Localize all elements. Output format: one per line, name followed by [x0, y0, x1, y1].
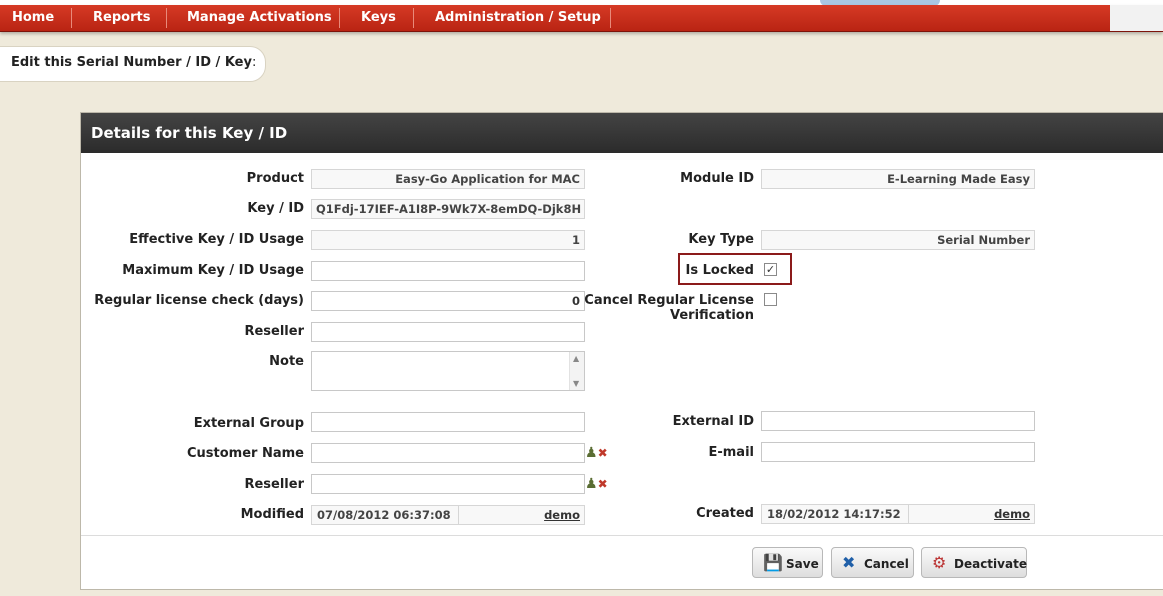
created-field: 18/02/2012 14:17:52 demo — [761, 504, 1035, 524]
deactivate-button-label: Deactivate — [954, 557, 1027, 571]
checkmark-icon: ✓ — [765, 263, 776, 276]
reseller-input[interactable] — [311, 322, 585, 342]
key-type-field: Serial Number — [761, 230, 1035, 250]
nav-keys[interactable]: Keys — [361, 5, 396, 31]
external-id-label: External ID — [672, 414, 754, 429]
cancel-x-icon: ✖ — [842, 553, 856, 572]
email-label: E-mail — [708, 445, 754, 460]
page-title-bold: Edit this — [11, 55, 73, 70]
email-input[interactable] — [761, 442, 1035, 462]
nav-end-cap — [1110, 5, 1163, 31]
external-group-label: External Group — [193, 416, 304, 431]
nav-separator — [71, 8, 72, 28]
scroll-down-icon[interactable]: ▼ — [573, 379, 579, 388]
note-textarea[interactable]: ▲ ▼ — [311, 351, 585, 391]
effective-usage-label: Effective Key / ID Usage — [129, 232, 304, 247]
customer-name-label: Customer Name — [187, 446, 304, 461]
deactivate-icon: ⚙ — [932, 553, 947, 572]
customer-user-icons: ♟✖ — [585, 444, 615, 462]
user-search-icon[interactable]: ♟ — [585, 445, 598, 461]
external-group-input[interactable] — [311, 412, 585, 432]
floppy-disk-icon: 💾 — [763, 553, 783, 572]
save-button[interactable]: 💾 Save — [752, 547, 823, 578]
reseller-user-icons: ♟✖ — [585, 475, 615, 493]
page-title-rest: Serial Number / ID / Key — [72, 55, 252, 70]
created-user-link[interactable]: demo — [994, 505, 1030, 523]
customer-name-input[interactable] — [311, 443, 585, 463]
cancel-button[interactable]: ✖ Cancel — [831, 547, 914, 578]
page-title-colon: : — [251, 55, 257, 70]
nav-administration-setup[interactable]: Administration / Setup — [435, 5, 601, 31]
external-id-input[interactable] — [761, 411, 1035, 431]
scroll-up-icon[interactable]: ▲ — [573, 354, 579, 363]
reseller2-label: Reseller — [244, 477, 304, 492]
modified-label: Modified — [240, 507, 304, 522]
max-usage-label: Maximum Key / ID Usage — [122, 263, 304, 278]
user-clear-icon[interactable]: ✖ — [598, 446, 608, 460]
cancel-check-label-line1: Cancel Regular License — [584, 293, 754, 308]
product-field: Easy-Go Application for MAC — [311, 169, 585, 189]
key-id-label: Key / ID — [247, 201, 304, 216]
field-divider — [458, 506, 459, 524]
cancel-check-label-line2: Verification — [669, 308, 754, 323]
nav-separator — [339, 8, 340, 28]
nav-separator — [413, 8, 414, 28]
note-label: Note — [269, 354, 304, 369]
is-locked-label: Is Locked — [685, 263, 754, 278]
note-scrollbar[interactable]: ▲ ▼ — [569, 352, 584, 390]
license-check-label: Regular license check (days) — [94, 293, 304, 308]
modified-field: 07/08/2012 06:37:08 demo — [311, 505, 585, 525]
effective-usage-field: 1 — [311, 230, 585, 250]
page-title: Edit this Serial Number / ID / Key: — [11, 55, 256, 70]
nav-manage-activations[interactable]: Manage Activations — [187, 5, 332, 31]
reseller-label: Reseller — [244, 324, 304, 339]
key-id-field: Q1Fdj-17IEF-A1I8P-9Wk7X-8emDQ-Djk8H — [311, 199, 585, 219]
max-usage-input[interactable] — [311, 261, 585, 281]
user-search-icon[interactable]: ♟ — [585, 476, 598, 492]
field-divider — [908, 505, 909, 523]
created-label: Created — [696, 506, 754, 521]
nav-separator — [610, 8, 611, 28]
deactivate-button[interactable]: ⚙ Deactivate — [921, 547, 1027, 578]
nav-separator — [166, 8, 167, 28]
modified-user-link[interactable]: demo — [544, 506, 580, 524]
key-type-label: Key Type — [688, 232, 754, 247]
user-clear-icon[interactable]: ✖ — [598, 477, 608, 491]
created-date: 18/02/2012 14:17:52 — [767, 507, 901, 521]
footer-divider — [81, 535, 1163, 536]
license-check-input[interactable]: 0 — [311, 291, 585, 311]
save-button-label: Save — [786, 557, 819, 571]
nav-home[interactable]: Home — [12, 5, 54, 31]
cancel-button-label: Cancel — [864, 557, 909, 571]
cancel-check-checkbox[interactable] — [764, 293, 777, 306]
panel-title: Details for this Key / ID — [91, 124, 288, 142]
product-label: Product — [246, 171, 304, 186]
main-navigation: Home Reports Manage Activations Keys Adm… — [0, 5, 1163, 32]
module-id-label: Module ID — [680, 171, 754, 186]
panel-header: Details for this Key / ID — [81, 113, 1163, 153]
module-id-field: E-Learning Made Easy — [761, 169, 1035, 189]
modified-date: 07/08/2012 06:37:08 — [317, 508, 451, 522]
nav-reports[interactable]: Reports — [93, 5, 150, 31]
reseller2-input[interactable] — [311, 474, 585, 494]
is-locked-checkbox[interactable]: ✓ — [764, 263, 777, 276]
